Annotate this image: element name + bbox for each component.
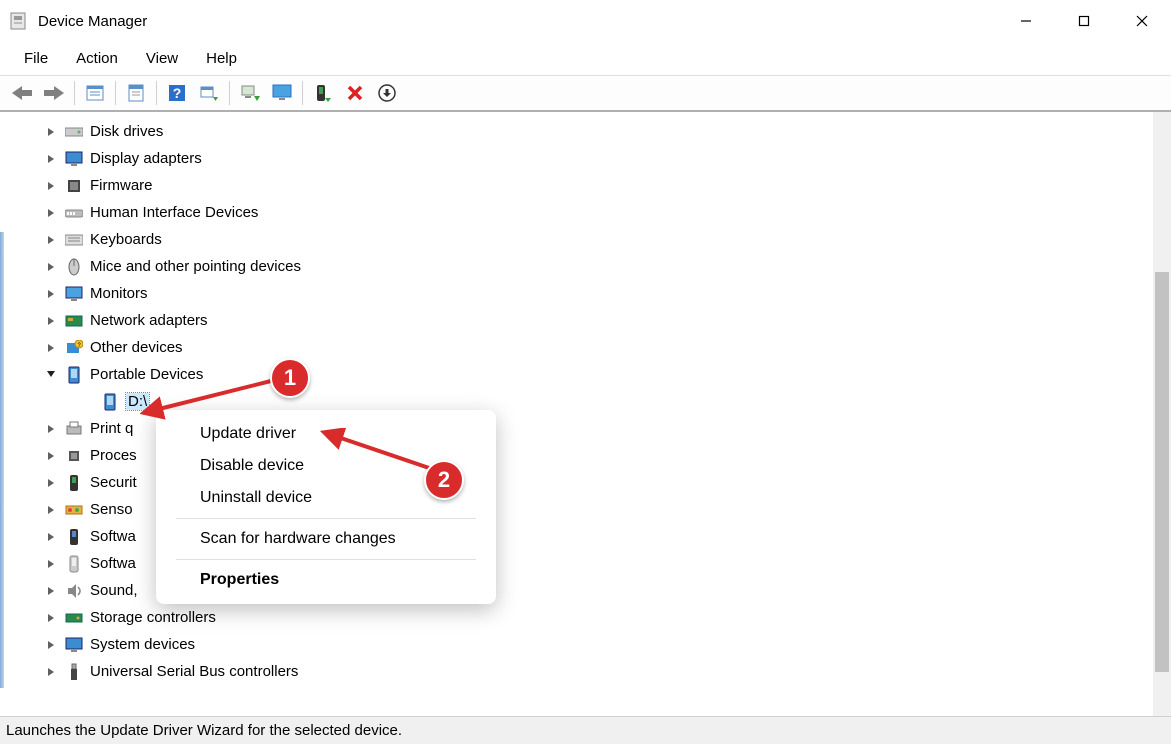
annotation-badge-1: 1 xyxy=(270,358,310,398)
expand-icon[interactable] xyxy=(44,665,58,679)
close-button[interactable] xyxy=(1113,0,1171,42)
tree-node-usb[interactable]: Universal Serial Bus controllers xyxy=(8,658,1151,685)
tree-node-monitors[interactable]: Monitors xyxy=(8,280,1151,307)
tree-node-storage[interactable]: Storage controllers xyxy=(8,604,1151,631)
printer-icon xyxy=(64,419,84,439)
ctx-separator xyxy=(176,518,476,519)
svg-text:?: ? xyxy=(173,85,182,101)
tree-node-disk-drives[interactable]: Disk drives xyxy=(8,118,1151,145)
expand-icon[interactable] xyxy=(44,638,58,652)
tree-node-network[interactable]: Network adapters xyxy=(8,307,1151,334)
toolbar: ? xyxy=(0,76,1171,112)
disk-icon xyxy=(64,122,84,142)
security-icon xyxy=(64,473,84,493)
annotation-badge-2: 2 xyxy=(424,460,464,500)
storage-icon xyxy=(64,608,84,628)
window-title: Device Manager xyxy=(38,13,147,30)
ctx-separator xyxy=(176,559,476,560)
statusbar: Launches the Update Driver Wizard for th… xyxy=(0,716,1171,744)
menubar: File Action View Help xyxy=(0,42,1171,76)
toolbar-separator xyxy=(115,81,116,105)
ctx-scan-hardware[interactable]: Scan for hardware changes xyxy=(156,523,496,555)
expand-icon[interactable] xyxy=(44,125,58,139)
keyboard-icon xyxy=(64,230,84,250)
expand-icon[interactable] xyxy=(44,476,58,490)
maximize-button[interactable] xyxy=(1055,0,1113,42)
toolbar-back-button[interactable] xyxy=(7,79,37,107)
expand-icon[interactable] xyxy=(44,341,58,355)
menu-file[interactable]: File xyxy=(10,46,62,71)
ctx-properties[interactable]: Properties xyxy=(156,564,496,596)
toolbar-disable-button[interactable] xyxy=(340,79,370,107)
expand-icon[interactable] xyxy=(44,152,58,166)
portable-icon xyxy=(64,365,84,385)
minimize-button[interactable] xyxy=(997,0,1055,42)
tree-node-keyboards[interactable]: Keyboards xyxy=(8,226,1151,253)
expand-icon[interactable] xyxy=(44,314,58,328)
monitor-icon xyxy=(64,284,84,304)
hid-icon xyxy=(64,203,84,223)
toolbar-monitor-button[interactable] xyxy=(267,79,297,107)
expand-icon[interactable] xyxy=(44,179,58,193)
menu-action[interactable]: Action xyxy=(62,46,132,71)
expand-icon[interactable] xyxy=(44,530,58,544)
toolbar-enable-button[interactable] xyxy=(308,79,338,107)
tree-node-display-adapters[interactable]: Display adapters xyxy=(8,145,1151,172)
window-controls xyxy=(997,0,1171,42)
expand-icon[interactable] xyxy=(44,206,58,220)
toolbar-scan-button[interactable] xyxy=(194,79,224,107)
app-icon xyxy=(8,11,28,31)
toolbar-separator xyxy=(156,81,157,105)
expand-icon[interactable] xyxy=(44,233,58,247)
toolbar-update-driver-button[interactable] xyxy=(235,79,265,107)
mouse-icon xyxy=(64,257,84,277)
toolbar-separator xyxy=(229,81,230,105)
display-icon xyxy=(64,149,84,169)
toolbar-uninstall-button[interactable] xyxy=(372,79,402,107)
expand-icon[interactable] xyxy=(44,503,58,517)
menu-view[interactable]: View xyxy=(132,46,192,71)
toolbar-properties-button[interactable] xyxy=(121,79,151,107)
tree-node-mice[interactable]: Mice and other pointing devices xyxy=(8,253,1151,280)
status-text: Launches the Update Driver Wizard for th… xyxy=(6,722,402,739)
toolbar-separator xyxy=(302,81,303,105)
toolbar-separator xyxy=(74,81,75,105)
expand-icon[interactable] xyxy=(44,557,58,571)
tree-node-firmware[interactable]: Firmware xyxy=(8,172,1151,199)
toolbar-show-hidden-button[interactable] xyxy=(80,79,110,107)
collapse-icon[interactable] xyxy=(44,368,58,382)
sound-icon xyxy=(64,581,84,601)
expand-icon[interactable] xyxy=(44,287,58,301)
annotation-arrow-1 xyxy=(140,370,290,420)
expand-icon[interactable] xyxy=(44,449,58,463)
usb-icon xyxy=(64,662,84,682)
tree-node-other[interactable]: ?Other devices xyxy=(8,334,1151,361)
tree-node-system[interactable]: System devices xyxy=(8,631,1151,658)
firmware-icon xyxy=(64,176,84,196)
scrollbar-thumb[interactable] xyxy=(1155,272,1169,672)
expand-icon[interactable] xyxy=(44,584,58,598)
drive-icon xyxy=(100,392,120,412)
left-edge-accent xyxy=(0,232,4,688)
toolbar-help-button[interactable]: ? xyxy=(162,79,192,107)
network-icon xyxy=(64,311,84,331)
tree-node-hid[interactable]: Human Interface Devices xyxy=(8,199,1151,226)
vertical-scrollbar[interactable] xyxy=(1153,112,1171,716)
titlebar: Device Manager xyxy=(0,0,1171,42)
expand-icon[interactable] xyxy=(44,422,58,436)
cpu-icon xyxy=(64,446,84,466)
menu-help[interactable]: Help xyxy=(192,46,251,71)
other-icon: ? xyxy=(64,338,84,358)
expand-icon[interactable] xyxy=(44,260,58,274)
sensor-icon xyxy=(64,500,84,520)
toolbar-forward-button[interactable] xyxy=(39,79,69,107)
expand-icon[interactable] xyxy=(44,611,58,625)
software-icon xyxy=(64,554,84,574)
system-icon xyxy=(64,635,84,655)
software-icon xyxy=(64,527,84,547)
